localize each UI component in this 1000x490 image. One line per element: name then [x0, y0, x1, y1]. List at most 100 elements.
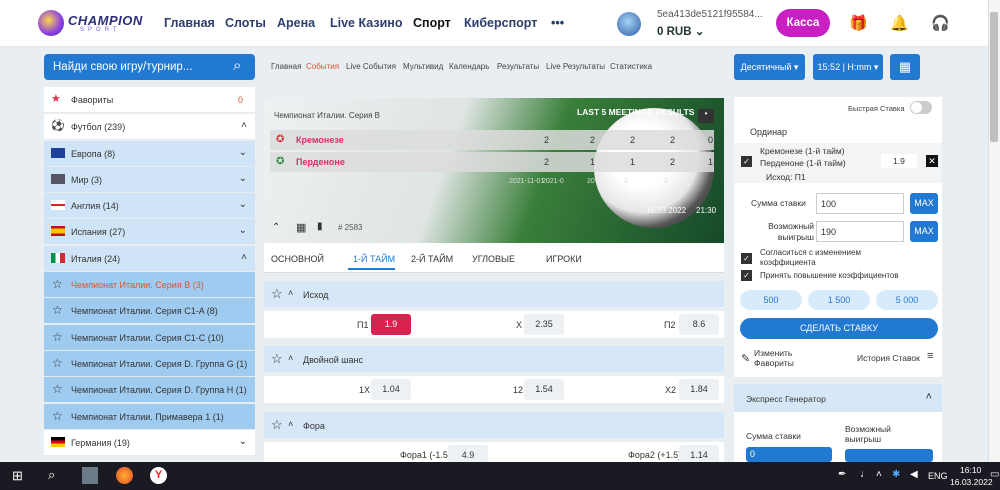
grid-icon[interactable]: ▦: [296, 221, 306, 234]
chevron-up-icon[interactable]: ˄: [876, 469, 882, 480]
tab-ordinar[interactable]: Ординар: [750, 127, 787, 137]
odd-button[interactable]: 8.6: [679, 314, 719, 335]
accept-checkbox[interactable]: ✓: [741, 270, 752, 281]
market-header-handicap[interactable]: ☆ ˄ Фора: [264, 412, 724, 438]
odd-button[interactable]: 1.9: [371, 314, 411, 335]
calculator-icon[interactable]: ▦: [890, 54, 920, 80]
subnav-results[interactable]: Результаты: [497, 62, 539, 71]
bluetooth-icon[interactable]: ✱: [892, 469, 900, 480]
market-header-double-chance[interactable]: ☆ ˄ Двойной шанс: [264, 346, 724, 372]
star-icon[interactable]: ☆: [52, 382, 63, 396]
search-icon[interactable]: ⌕: [233, 57, 241, 74]
sidebar-world[interactable]: Мир (3) ⌄: [44, 167, 255, 193]
agree-checkbox[interactable]: ✓: [741, 253, 752, 264]
nav-slots[interactable]: Слоты: [225, 16, 266, 30]
sidebar-germany[interactable]: Германия (19) ⌄: [44, 430, 255, 456]
edit-icon[interactable]: ✎: [741, 352, 750, 365]
avatar[interactable]: [617, 12, 641, 36]
odds-format-select[interactable]: Десятичный ▾: [734, 54, 805, 80]
collapse-icon[interactable]: ⌃: [272, 222, 280, 233]
tab-corners[interactable]: УГЛОВЫЕ: [472, 254, 515, 264]
balance[interactable]: 0 RUB ⌄: [657, 24, 704, 38]
express-stake-input[interactable]: 0: [746, 447, 832, 462]
expand-icon[interactable]: •: [698, 109, 714, 123]
headset-icon[interactable]: 🎧: [931, 14, 950, 32]
sidebar-league-d-g[interactable]: ☆ Чемпионат Италии. Серия D. Группа G (1): [44, 351, 255, 377]
chevron-up-icon[interactable]: ˄: [241, 252, 247, 263]
chevron-up-icon[interactable]: ˄: [288, 288, 293, 298]
kassa-button[interactable]: Касса: [776, 9, 830, 37]
quick-bet-toggle[interactable]: [910, 101, 932, 114]
menu-icon[interactable]: ≡: [927, 350, 933, 362]
time-format-select[interactable]: 15:52 | H:mm ▾: [813, 54, 883, 80]
stats-icon[interactable]: ▮: [317, 221, 323, 232]
bet-history-link[interactable]: История Ставок: [857, 353, 920, 363]
edit-favorites-link[interactable]: Изменить Фавориты: [754, 348, 814, 368]
win-max-button[interactable]: MAX: [910, 221, 938, 242]
subnav-home[interactable]: Главная: [271, 62, 301, 71]
language-indicator[interactable]: ENG: [928, 471, 948, 481]
stake-input[interactable]: 100: [816, 193, 904, 214]
star-icon[interactable]: ☆: [271, 286, 283, 302]
stake-max-button[interactable]: MAX: [910, 193, 938, 214]
quick-amount-1500[interactable]: 1 500: [808, 290, 870, 310]
subnav-live-events[interactable]: Live События: [346, 62, 396, 71]
tab-main[interactable]: ОСНОВНОЙ: [271, 254, 324, 264]
chevron-down-icon[interactable]: ⌄: [239, 436, 247, 447]
microphone-icon[interactable]: ♩: [860, 469, 870, 480]
win-input[interactable]: 190: [816, 221, 904, 242]
quick-amount-5000[interactable]: 5 000: [876, 290, 938, 310]
star-icon[interactable]: ☆: [271, 351, 283, 367]
calculator-app-icon[interactable]: [82, 467, 98, 484]
logo-text[interactable]: CHAMPION: [68, 13, 143, 28]
chevron-up-icon[interactable]: ˄: [926, 391, 932, 403]
sidebar-favorites[interactable]: ★ Фавориты 0: [44, 87, 255, 113]
gift-icon[interactable]: 🎁: [849, 14, 868, 32]
star-icon[interactable]: ☆: [52, 330, 63, 344]
subnav-multiview[interactable]: Мультивид: [403, 62, 443, 71]
sidebar-league-primavera[interactable]: ☆ Чемпионат Италии. Примавера 1 (1): [44, 404, 255, 430]
nav-home[interactable]: Главная: [164, 16, 215, 30]
place-bet-button[interactable]: СДЕЛАТЬ СТАВКУ: [740, 318, 938, 339]
tab-players[interactable]: ИГРОКИ: [546, 254, 582, 264]
scrollbar-thumb[interactable]: [990, 12, 998, 142]
chevron-down-icon[interactable]: ⌄: [239, 225, 247, 236]
tab-first-half[interactable]: 1-Й ТАЙМ: [353, 254, 395, 264]
chevron-down-icon[interactable]: ⌄: [239, 173, 247, 184]
express-win-input[interactable]: [845, 449, 933, 462]
volume-icon[interactable]: ◀: [910, 469, 918, 480]
quick-amount-500[interactable]: 500: [740, 290, 802, 310]
nav-esports[interactable]: Киберспорт: [464, 16, 537, 30]
tab-second-half[interactable]: 2-Й ТАЙМ: [411, 254, 453, 264]
sidebar-league-serie-b[interactable]: ☆ Чемпионат Италии. Серия B (3): [44, 272, 255, 298]
chevron-up-icon[interactable]: ˄: [288, 419, 293, 429]
chevron-up-icon[interactable]: ˄: [241, 120, 247, 131]
nav-live-casino[interactable]: Live Казино: [330, 16, 402, 30]
express-header[interactable]: Экспресс Генератор ˄: [734, 384, 942, 412]
star-icon[interactable]: ☆: [52, 277, 63, 291]
logo-icon[interactable]: [38, 10, 64, 36]
chevron-down-icon[interactable]: ⌄: [239, 199, 247, 210]
pen-icon[interactable]: ✒: [838, 469, 846, 480]
star-icon[interactable]: ☆: [271, 417, 283, 433]
star-icon[interactable]: ☆: [52, 356, 63, 370]
odd-button[interactable]: 1.54: [524, 379, 564, 400]
search-icon[interactable]: ⌕: [48, 467, 55, 483]
close-icon[interactable]: ✕: [926, 155, 938, 167]
sidebar-league-d-h[interactable]: ☆ Чемпионат Италии. Серия D. Группа H (1): [44, 377, 255, 403]
firefox-icon[interactable]: [116, 467, 133, 484]
subnav-live-results[interactable]: Live Результаты: [546, 62, 605, 71]
sidebar-italy[interactable]: Италия (24) ˄: [44, 246, 255, 272]
sidebar-league-c1c[interactable]: ☆ Чемпионат Италии. Серия C1-C (10): [44, 325, 255, 351]
nav-more[interactable]: •••: [551, 16, 564, 30]
odd-button[interactable]: 2.35: [524, 314, 564, 335]
subnav-statistics[interactable]: Статистика: [610, 62, 652, 71]
sidebar-spain[interactable]: Испания (27) ⌄: [44, 219, 255, 245]
star-icon[interactable]: ☆: [52, 409, 63, 423]
nav-sport[interactable]: Спорт: [413, 16, 451, 30]
chevron-up-icon[interactable]: ˄: [288, 353, 293, 363]
search-input[interactable]: Найди свою игру/турнир...: [44, 54, 255, 80]
nav-arena[interactable]: Арена: [277, 16, 315, 30]
market-header-outcome[interactable]: ☆ ˄ Исход: [264, 281, 724, 307]
yandex-icon[interactable]: Y: [150, 467, 167, 484]
